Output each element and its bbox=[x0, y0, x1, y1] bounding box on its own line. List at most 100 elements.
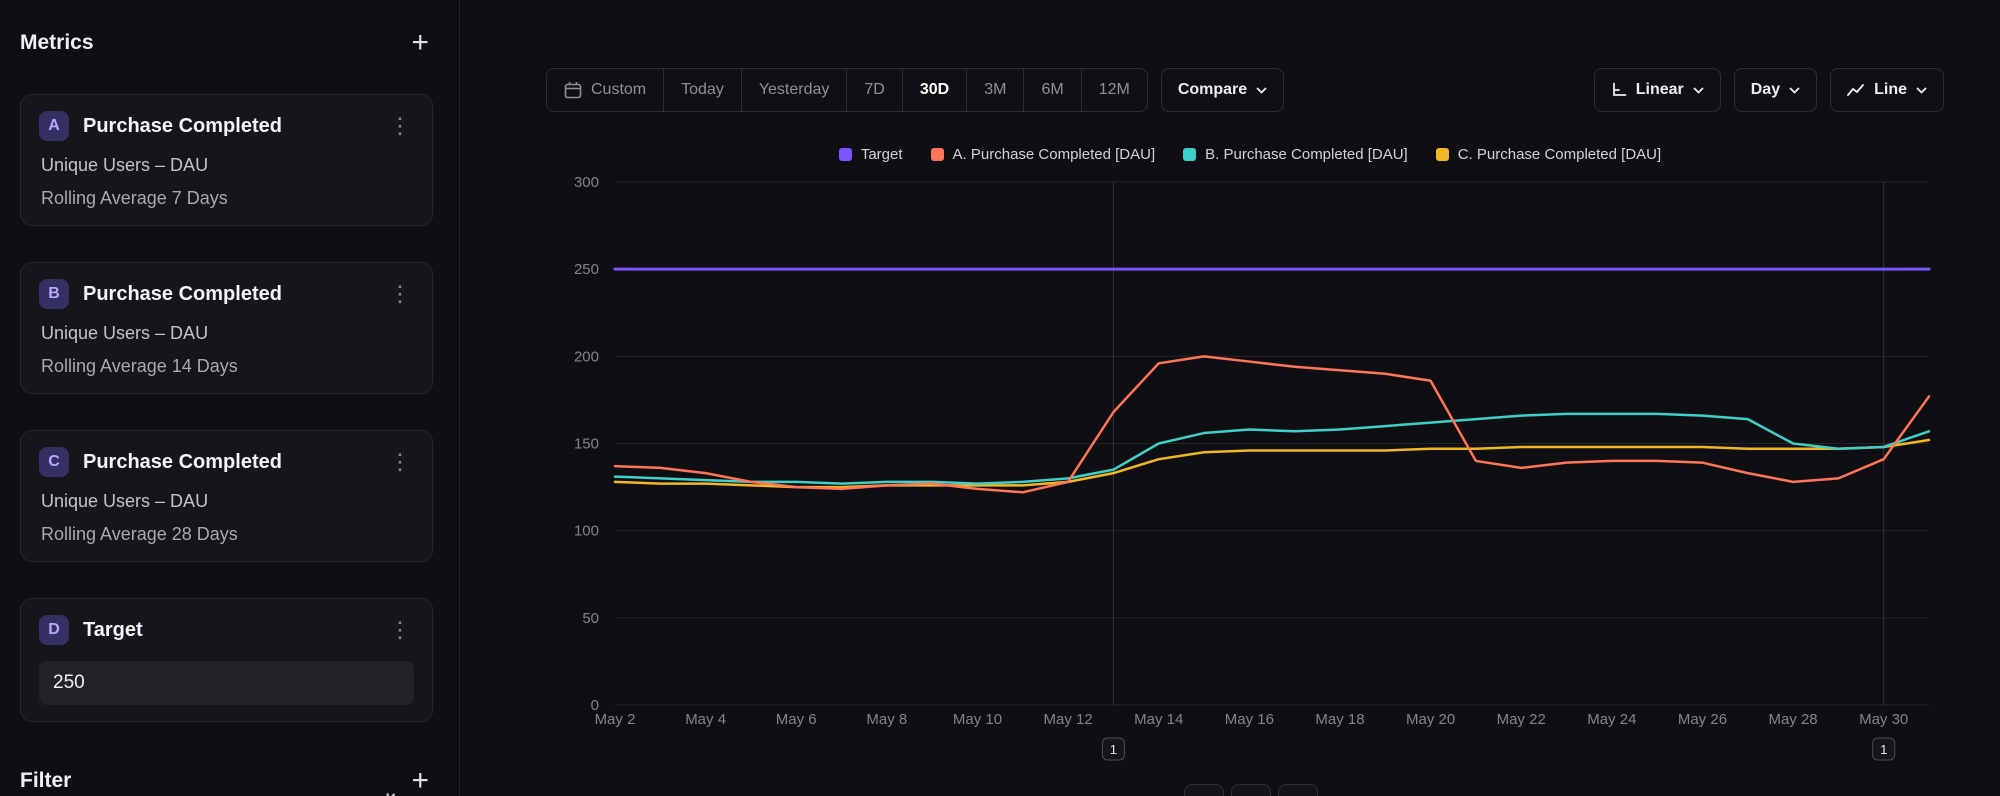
metric-card-header: D Target ⋮ bbox=[39, 615, 414, 645]
metric-measure[interactable]: Unique Users – DAU bbox=[41, 491, 414, 512]
granularity-day-button[interactable]: Day bbox=[1734, 68, 1817, 112]
range-tab-custom[interactable]: Custom bbox=[547, 69, 663, 111]
svg-text:May 16: May 16 bbox=[1225, 711, 1274, 728]
svg-text:May 8: May 8 bbox=[866, 711, 907, 728]
svg-text:200: 200 bbox=[574, 348, 599, 365]
svg-text:May 30: May 30 bbox=[1859, 711, 1908, 728]
legend-item[interactable]: B. Purchase Completed [DAU] bbox=[1183, 146, 1408, 163]
legend-swatch bbox=[1436, 148, 1449, 161]
kebab-menu-icon[interactable]: ⋮ bbox=[386, 283, 414, 305]
legend-item[interactable]: Target bbox=[839, 146, 903, 163]
kebab-menu-icon[interactable]: ⋮ bbox=[386, 619, 414, 641]
legend-label: Target bbox=[861, 146, 903, 163]
target-title[interactable]: Target bbox=[83, 619, 372, 642]
series-badge-a: A bbox=[39, 111, 69, 141]
compare-label: Compare bbox=[1178, 81, 1247, 99]
series-line-a[interactable] bbox=[615, 356, 1929, 492]
collapse-sidebar-icon[interactable]: ⇤ bbox=[379, 782, 413, 796]
legend-item[interactable]: A. Purchase Completed [DAU] bbox=[931, 146, 1156, 163]
range-tab-label: 7D bbox=[864, 81, 884, 99]
series-line-c[interactable] bbox=[615, 440, 1929, 487]
metrics-heading: Metrics bbox=[20, 31, 94, 55]
svg-text:May 26: May 26 bbox=[1678, 711, 1727, 728]
app-root: Metrics + A Purchase Completed ⋮ Unique … bbox=[0, 0, 2000, 796]
calendar-icon bbox=[564, 81, 582, 99]
metrics-line-chart[interactable]: 050100150200250300May 2May 4May 6May 8Ma… bbox=[540, 168, 1960, 768]
chevron-down-icon bbox=[1916, 87, 1927, 94]
range-tab-label: Today bbox=[681, 81, 724, 99]
chart-legend: Target A. Purchase Completed [DAU] B. Purc… bbox=[540, 146, 1960, 163]
range-tab-yesterday[interactable]: Yesterday bbox=[741, 69, 847, 111]
metric-title[interactable]: Purchase Completed bbox=[83, 283, 372, 306]
metric-transform[interactable]: Rolling Average 7 Days bbox=[41, 188, 414, 209]
chart-toggle-button-3[interactable] bbox=[1278, 784, 1318, 796]
chart-type-line-button[interactable]: Line bbox=[1830, 68, 1944, 112]
target-value-input[interactable] bbox=[39, 661, 414, 705]
metric-transform[interactable]: Rolling Average 14 Days bbox=[41, 356, 414, 377]
metric-title[interactable]: Purchase Completed bbox=[83, 451, 372, 474]
svg-text:300: 300 bbox=[574, 174, 599, 191]
scale-linear-button[interactable]: Linear bbox=[1594, 68, 1721, 112]
line-chart-icon bbox=[1847, 83, 1865, 97]
legend-swatch bbox=[839, 148, 852, 161]
svg-text:150: 150 bbox=[574, 436, 599, 453]
legend-item[interactable]: C. Purchase Completed [DAU] bbox=[1436, 146, 1661, 163]
scale-label: Linear bbox=[1636, 81, 1684, 99]
range-tab-7d[interactable]: 7D bbox=[846, 69, 901, 111]
chart-toolbar: Custom Today Yesterday 7D 30D 3M 6M 12M … bbox=[546, 68, 1944, 112]
range-tab-6m[interactable]: 6M bbox=[1023, 69, 1080, 111]
legend-label: B. Purchase Completed [DAU] bbox=[1205, 146, 1408, 163]
add-metric-button[interactable]: + bbox=[407, 28, 433, 58]
svg-text:May 18: May 18 bbox=[1315, 711, 1364, 728]
range-tab-30d[interactable]: 30D bbox=[902, 69, 966, 111]
range-tab-label: 3M bbox=[984, 81, 1006, 99]
filter-heading: Filter bbox=[20, 769, 71, 793]
compare-button[interactable]: Compare bbox=[1161, 68, 1284, 112]
chart-options-cluster: Linear Day Line bbox=[1594, 68, 1944, 112]
metric-measure[interactable]: Unique Users – DAU bbox=[41, 323, 414, 344]
kebab-menu-icon[interactable]: ⋮ bbox=[386, 115, 414, 137]
granularity-label: Day bbox=[1751, 81, 1780, 99]
range-tab-3m[interactable]: 3M bbox=[966, 69, 1023, 111]
range-tab-today[interactable]: Today bbox=[663, 69, 741, 111]
metric-card-c[interactable]: C Purchase Completed ⋮ Unique Users – DA… bbox=[20, 430, 433, 562]
bottom-chart-toggle-group bbox=[1184, 784, 1318, 796]
range-tab-label: 12M bbox=[1099, 81, 1130, 99]
legend-swatch bbox=[1183, 148, 1196, 161]
series-badge-d: D bbox=[39, 615, 69, 645]
svg-text:May 28: May 28 bbox=[1768, 711, 1817, 728]
svg-text:50: 50 bbox=[582, 610, 599, 627]
chevron-down-icon bbox=[1789, 87, 1800, 94]
kebab-menu-icon[interactable]: ⋮ bbox=[386, 451, 414, 473]
chevron-down-icon bbox=[1256, 87, 1267, 94]
legend-label: C. Purchase Completed [DAU] bbox=[1458, 146, 1661, 163]
chart-toggle-button-1[interactable] bbox=[1184, 784, 1224, 796]
metric-measure[interactable]: Unique Users – DAU bbox=[41, 155, 414, 176]
range-tab-12m[interactable]: 12M bbox=[1081, 69, 1147, 111]
metric-card-a[interactable]: A Purchase Completed ⋮ Unique Users – DA… bbox=[20, 94, 433, 226]
svg-text:May 24: May 24 bbox=[1587, 711, 1636, 728]
sidebar: Metrics + A Purchase Completed ⋮ Unique … bbox=[0, 0, 460, 796]
filter-header-row: Filter + bbox=[20, 766, 433, 796]
series-badge-c: C bbox=[39, 447, 69, 477]
svg-text:May 22: May 22 bbox=[1497, 711, 1546, 728]
chart-toggle-button-2[interactable] bbox=[1231, 784, 1271, 796]
legend-label: A. Purchase Completed [DAU] bbox=[953, 146, 1156, 163]
series-badge-b: B bbox=[39, 279, 69, 309]
svg-text:May 10: May 10 bbox=[953, 711, 1002, 728]
date-range-segmented-control: Custom Today Yesterday 7D 30D 3M 6M 12M bbox=[546, 68, 1148, 112]
metric-title[interactable]: Purchase Completed bbox=[83, 115, 372, 138]
chart-type-label: Line bbox=[1874, 81, 1907, 99]
metric-card-header: C Purchase Completed ⋮ bbox=[39, 447, 414, 477]
chevron-down-icon bbox=[1693, 87, 1704, 94]
metric-transform[interactable]: Rolling Average 28 Days bbox=[41, 524, 414, 545]
metric-card-header: B Purchase Completed ⋮ bbox=[39, 279, 414, 309]
svg-text:May 6: May 6 bbox=[776, 711, 817, 728]
target-card[interactable]: D Target ⋮ bbox=[20, 598, 433, 722]
metric-card-header: A Purchase Completed ⋮ bbox=[39, 111, 414, 141]
svg-text:250: 250 bbox=[574, 261, 599, 278]
svg-text:May 4: May 4 bbox=[685, 711, 726, 728]
svg-text:May 20: May 20 bbox=[1406, 711, 1455, 728]
metric-card-b[interactable]: B Purchase Completed ⋮ Unique Users – DA… bbox=[20, 262, 433, 394]
legend-swatch bbox=[931, 148, 944, 161]
